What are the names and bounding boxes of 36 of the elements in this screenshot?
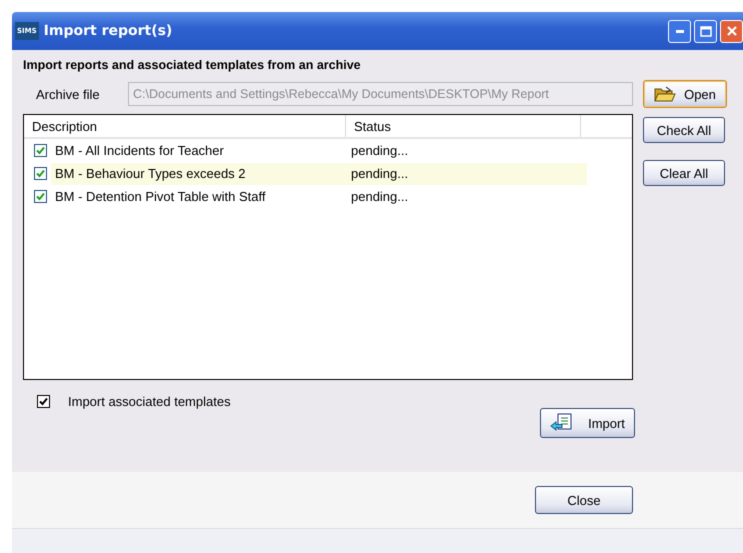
check-icon — [36, 146, 45, 155]
check-icon — [39, 397, 48, 406]
table-cell-text: BM - All Incidents for Teacher — [55, 143, 225, 158]
table-cell-text: BM - Detention Pivot Table with Staff — [55, 189, 267, 204]
close-icon — [726, 25, 738, 37]
minimize-button[interactable] — [668, 20, 691, 42]
folder-icon — [654, 86, 676, 102]
field-label: Archive file — [35, 86, 101, 102]
table-cell: pending... — [351, 189, 408, 204]
check-icon — [36, 192, 45, 201]
side-button[interactable]: Check All — [643, 117, 725, 143]
side-button[interactable]: Clear All — [643, 160, 725, 186]
table-cell: pending... — [351, 143, 408, 158]
close-dialog-button[interactable]: Close — [535, 486, 633, 514]
checkbox-label: Import associated templates — [68, 394, 231, 409]
column-header[interactable]: Description — [24, 115, 346, 137]
list-row[interactable]: BM - Behaviour Types exceeds 2 pending... — [51, 162, 587, 184]
checkbox[interactable] — [34, 144, 47, 157]
open-button[interactable]: Open — [643, 80, 727, 108]
maximize-button[interactable] — [694, 20, 717, 42]
window-title: Import report(s) — [44, 23, 174, 39]
table-cell: pending... — [351, 166, 408, 181]
checkbox[interactable] — [37, 395, 50, 408]
close-button[interactable] — [720, 20, 743, 42]
checkbox[interactable] — [34, 190, 47, 203]
minimize-icon — [676, 30, 684, 32]
import-icon — [550, 413, 574, 433]
import-button[interactable]: Import — [540, 408, 635, 438]
column-header[interactable]: Status — [346, 115, 581, 137]
list-row[interactable]: BM - Detention Pivot Table with Staff pending... — [51, 186, 587, 208]
table-cell-text: BM - Behaviour Types exceeds 2 — [55, 166, 247, 181]
check-icon — [36, 169, 45, 178]
section-heading: Import reports and associated templates from an archive — [23, 58, 362, 72]
maximize-icon — [700, 26, 712, 36]
list-row[interactable]: BM - All Incidents for Teacher pending... — [51, 140, 587, 162]
checkbox[interactable] — [34, 167, 47, 180]
